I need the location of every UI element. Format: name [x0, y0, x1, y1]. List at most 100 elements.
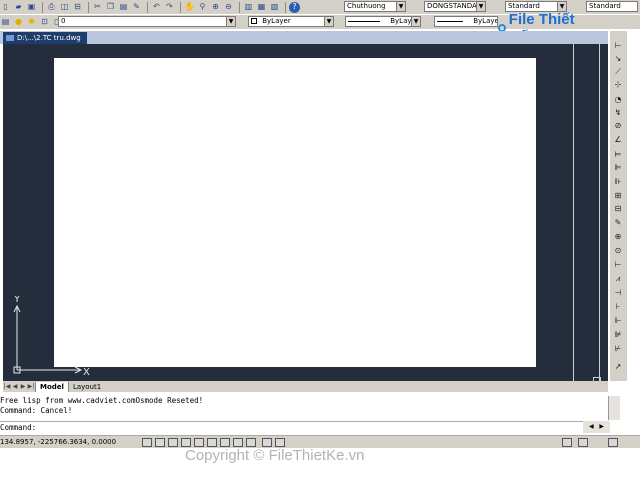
annotation-scale-icon[interactable] — [562, 438, 572, 447]
clean-screen-icon[interactable] — [608, 438, 618, 447]
open-icon[interactable]: ▰ — [13, 2, 24, 13]
polar-toggle[interactable] — [181, 438, 191, 447]
bulb-icon[interactable]: ● — [13, 17, 24, 28]
ucs-y-label: Y — [13, 296, 21, 305]
tool-palettes-icon[interactable]: ▧ — [269, 2, 280, 13]
zoom-realtime-icon[interactable]: ⚲ — [197, 2, 208, 13]
chevron-down-icon[interactable]: ▼ — [226, 17, 235, 26]
document-tab-bar: D:\...\2.TC tru.dwg — [0, 31, 608, 44]
lineweight-sample — [437, 20, 463, 22]
redo-icon[interactable]: ↷ — [164, 2, 175, 13]
text-style-value: Chuthuong — [347, 2, 386, 10]
toolbar-separator — [180, 1, 181, 13]
chevron-down-icon[interactable]: ▼ — [396, 2, 405, 11]
dim-break-icon[interactable]: ⊟ — [612, 203, 624, 214]
grid-toggle[interactable] — [155, 438, 165, 447]
model-space-toggle[interactable] — [262, 438, 272, 447]
layout-tab-bar: |◀ ◀ ▶ ▶| Model Layout1 — [3, 381, 608, 392]
ortho-toggle[interactable] — [168, 438, 178, 447]
publish-icon[interactable]: ⊟ — [72, 2, 83, 13]
current-layer-value: 0 — [61, 17, 66, 25]
dim-diameter-icon[interactable]: ⊘ — [612, 120, 624, 131]
dim-space-icon[interactable]: ⊞ — [612, 190, 624, 201]
tolerance-icon[interactable]: ✎ — [612, 217, 624, 228]
dim-linear-icon[interactable]: ⊢ — [612, 40, 624, 51]
dim-arc-icon[interactable]: ⟋ — [612, 66, 624, 77]
dim-text-edit-icon[interactable]: ⊣ — [612, 287, 624, 298]
document-tab[interactable]: D:\...\2.TC tru.dwg — [3, 32, 87, 44]
pan-icon[interactable]: ✋ — [184, 2, 195, 13]
jogged-linear-icon[interactable]: ⊢ — [612, 259, 624, 270]
zoom-previous-icon[interactable]: ⊖ — [223, 2, 234, 13]
copy-icon[interactable]: ❐ — [105, 2, 116, 13]
dim-continue-icon[interactable]: ⊪ — [612, 176, 624, 187]
new-icon[interactable]: ▯ — [0, 2, 11, 13]
cut-icon[interactable]: ✂ — [92, 2, 103, 13]
dim-angular-icon[interactable]: ∠ — [612, 134, 624, 145]
dim-aligned-icon[interactable]: ↘ — [612, 53, 624, 64]
quick-dim-icon[interactable]: ⊨ — [612, 149, 624, 160]
layer-manager-icon[interactable]: ▤ — [0, 17, 11, 28]
dim-radius-icon[interactable]: ◔ — [612, 94, 624, 105]
document-tab-title: D:\...\2.TC tru.dwg — [17, 34, 81, 42]
first-tab-icon[interactable]: |◀ — [3, 383, 11, 390]
chevron-down-icon[interactable]: ▼ — [476, 2, 485, 11]
osnap-toggle[interactable] — [194, 438, 204, 447]
dim-style-select[interactable]: DONGSTANDA ▼ — [424, 1, 486, 12]
save-icon[interactable]: ▣ — [26, 2, 37, 13]
last-tab-icon[interactable]: ▶| — [27, 383, 35, 390]
properties-icon[interactable]: ▥ — [243, 2, 254, 13]
otrack-toggle[interactable] — [207, 438, 217, 447]
dim-baseline-icon[interactable]: ⊫ — [612, 162, 624, 173]
lock-icon[interactable]: ⊡ — [39, 17, 50, 28]
paste-icon[interactable]: ▤ — [118, 2, 129, 13]
dim-reassociate-icon[interactable]: ⊬ — [612, 343, 624, 354]
undo-icon[interactable]: ↶ — [151, 2, 162, 13]
zoom-window-icon[interactable]: ⊕ — [210, 2, 221, 13]
gear-icon[interactable] — [578, 438, 588, 447]
color-value: ByLayer — [262, 17, 291, 25]
dim-jogged-icon[interactable]: ↯ — [612, 107, 624, 118]
dyn-toggle[interactable] — [233, 438, 243, 447]
chevron-down-icon[interactable]: ▼ — [557, 2, 566, 11]
drawing-canvas[interactable]: Y X — [3, 44, 608, 383]
linetype-select[interactable]: ByLayer ▼ — [345, 16, 421, 27]
lwt-toggle[interactable] — [246, 438, 256, 447]
toolbar-separator — [147, 1, 148, 13]
chevron-down-icon[interactable]: ▼ — [324, 17, 333, 26]
design-center-icon[interactable]: ▦ — [256, 2, 267, 13]
inspection-icon[interactable]: ⊙ — [612, 245, 624, 256]
snap-toggle[interactable] — [142, 438, 152, 447]
paper-sheet — [54, 58, 536, 367]
dim-override-icon[interactable]: ⊯ — [612, 329, 624, 340]
dim-ordinate-icon[interactable]: ⊹ — [612, 79, 624, 90]
lineweight-select[interactable]: ByLayer — [434, 16, 498, 27]
command-line[interactable]: Command: — [0, 421, 610, 433]
help-icon[interactable]: ? — [289, 1, 300, 13]
next-tab-icon[interactable]: ▶ — [19, 383, 27, 390]
dim-edit-icon[interactable]: ⩘ — [612, 273, 624, 284]
color-select[interactable]: ByLayer ▼ — [248, 16, 334, 27]
dim-style-icon[interactable]: ⊩ — [612, 315, 624, 326]
dim-oblique-icon[interactable]: ↗ — [612, 361, 624, 372]
multileader-style-value: Standard — [589, 2, 621, 10]
layer-select[interactable]: 0 ▼ — [58, 16, 236, 27]
command-scrollbar[interactable] — [608, 396, 620, 420]
quick-view-toggle[interactable] — [275, 438, 285, 447]
text-style-select[interactable]: Chuthuong ▼ — [344, 1, 406, 12]
match-properties-icon[interactable]: ✎ — [131, 2, 142, 13]
command-hscroll[interactable]: ◀ ▶ — [583, 421, 610, 433]
prev-tab-icon[interactable]: ◀ — [11, 383, 19, 390]
ducs-toggle[interactable] — [220, 438, 230, 447]
sun-icon[interactable]: ✺ — [26, 17, 37, 28]
command-prompt: Command: — [0, 423, 37, 432]
modify-dimension-toolbar: ⊢ ↘ ⟋ ⊹ ◔ ↯ ⊘ ∠ ⊨ ⊫ ⊪ ⊞ ⊟ ✎ ⊕ ⊙ ⊢ ⩘ ⊣ ⊦ … — [610, 31, 627, 381]
chevron-down-icon[interactable]: ▼ — [411, 17, 420, 26]
dim-update-icon[interactable]: ⊦ — [612, 301, 624, 312]
print-icon[interactable]: ⎙ — [46, 2, 57, 13]
center-mark-icon[interactable]: ⊕ — [612, 231, 624, 242]
tab-model[interactable]: Model — [35, 381, 68, 392]
plot-preview-icon[interactable]: ◫ — [59, 2, 70, 13]
tab-layout1[interactable]: Layout1 — [67, 381, 105, 392]
toolbar-separator — [42, 1, 43, 13]
